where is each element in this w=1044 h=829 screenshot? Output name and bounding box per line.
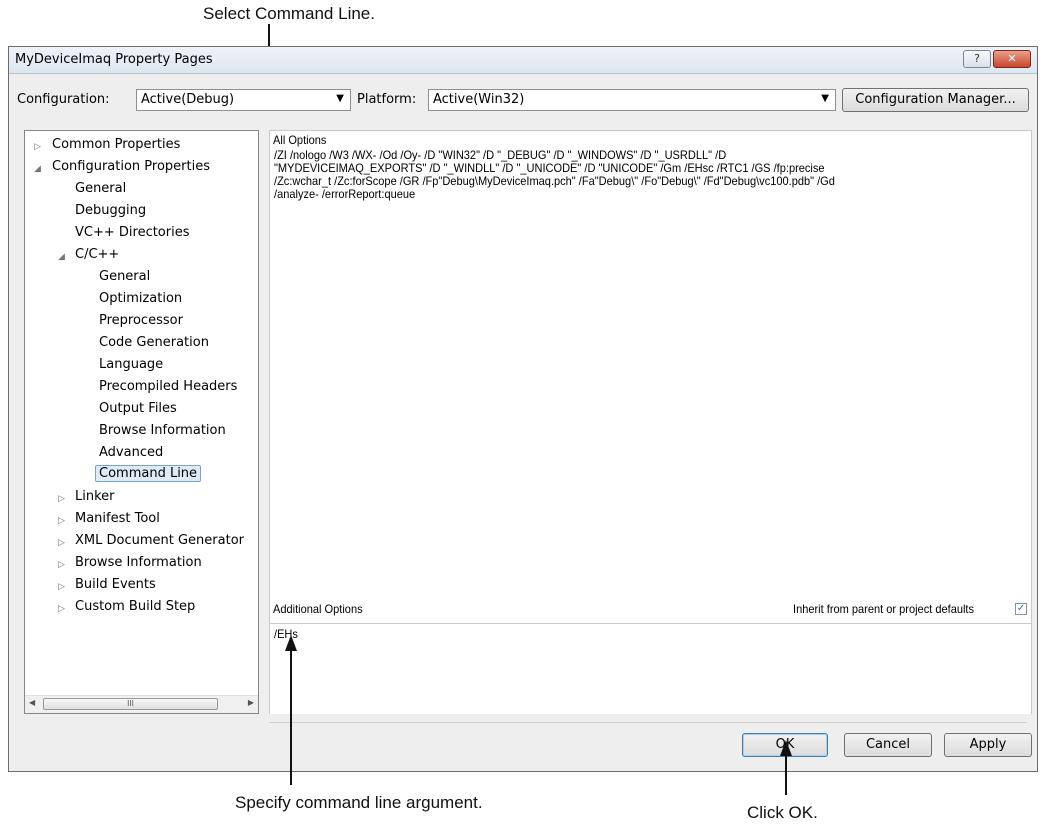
window-title: MyDeviceImaq Property Pages [15,52,213,67]
expand-arrow-icon[interactable]: ▷ [58,559,65,570]
callout-line [290,650,292,785]
tree-item-debugging[interactable]: Debugging [75,203,146,218]
collapse-arrow-icon[interactable]: ◢ [34,163,41,174]
tree-item-custom-build-step[interactable]: Custom Build Step [75,599,195,614]
property-pages-dialog: MyDeviceImaq Property Pages ? ✕ Configur… [8,46,1038,772]
tree-item-linker[interactable]: Linker [75,489,115,504]
platform-label: Platform: [357,92,417,107]
options-panel: All Options /ZI /nologo /W3 /WX- /Od /Oy… [269,130,1032,714]
scroll-thumb[interactable]: III [43,698,218,710]
expand-arrow-icon[interactable]: ▷ [58,537,65,548]
configuration-dropdown[interactable]: Active(Debug) ▼ [136,89,351,111]
inherit-label: Inherit from parent or project defaults [793,602,975,616]
close-button[interactable]: ✕ [993,50,1031,68]
tree-item-manifest-tool[interactable]: Manifest Tool [75,511,160,526]
platform-dropdown[interactable]: Active(Win32) ▼ [428,89,836,111]
tree-item-precompiled-headers[interactable]: Precompiled Headers [99,379,237,394]
property-tree[interactable]: ▷ Common Properties ◢ Configuration Prop… [24,130,259,714]
arrowhead [285,635,297,651]
expand-arrow-icon[interactable]: ▷ [58,581,65,592]
tree-item-build-events[interactable]: Build Events [75,577,156,592]
tree-item-command-line[interactable]: Command Line [95,465,202,482]
expand-arrow-icon[interactable]: ▷ [58,493,65,504]
tree-item-optimization[interactable]: Optimization [99,291,182,306]
cancel-button[interactable]: Cancel [844,733,932,757]
tree-item-language[interactable]: Language [99,357,163,372]
platform-value: Active(Win32) [433,92,525,107]
configuration-value: Active(Debug) [141,92,235,107]
tree-item-vc-directories[interactable]: VC++ Directories [75,225,190,240]
title-bar: MyDeviceImaq Property Pages ? ✕ [9,47,1037,74]
tree-item-c-cpp[interactable]: C/C++ [75,247,119,262]
collapse-arrow-icon[interactable]: ◢ [58,251,65,262]
inherit-checkbox[interactable]: ✓ [1015,603,1027,615]
options-line: /analyze- /errorReport:queue [274,187,416,201]
tree-item-general[interactable]: General [75,181,126,196]
configuration-label: Configuration: [17,92,110,107]
tree-item-cpp-general[interactable]: General [99,269,150,284]
annotation-specify-argument: Specify command line argument. [235,793,483,812]
all-options-text: /ZI /nologo /W3 /WX- /Od /Oy- /D "WIN32"… [274,149,973,201]
help-button[interactable]: ? [963,50,991,68]
tree-item-configuration-properties[interactable]: Configuration Properties [52,159,210,174]
tree-item-common-properties[interactable]: Common Properties [52,137,180,152]
tree-item-output-files[interactable]: Output Files [99,401,177,416]
configuration-manager-button[interactable]: Configuration Manager... [842,88,1029,112]
chevron-down-icon: ▼ [821,93,829,104]
additional-options-input[interactable]: /EHs [270,623,1031,714]
tree-item-browse-information-2[interactable]: Browse Information [75,555,202,570]
annotation-select-command-line: Select Command Line. [203,4,375,23]
tree-item-preprocessor[interactable]: Preprocessor [99,313,183,328]
horizontal-scrollbar[interactable]: ◀ III ▶ [25,695,258,713]
annotation-click-ok: Click OK. [747,803,818,822]
divider [269,722,1027,723]
scroll-left-icon[interactable]: ◀ [29,698,35,707]
arrowhead [780,740,792,756]
tree-item-xml-document-generator[interactable]: XML Document Generator [75,533,244,548]
tree-item-code-generation[interactable]: Code Generation [99,335,209,350]
additional-options-label: Additional Options [273,602,363,616]
expand-arrow-icon[interactable]: ▷ [34,141,41,152]
callout-line [785,755,787,795]
chevron-down-icon: ▼ [336,93,344,104]
scroll-right-icon[interactable]: ▶ [248,698,254,707]
all-options-label: All Options [273,133,327,147]
tree-item-advanced[interactable]: Advanced [99,445,163,460]
apply-button[interactable]: Apply [944,733,1032,757]
expand-arrow-icon[interactable]: ▷ [58,603,65,614]
expand-arrow-icon[interactable]: ▷ [58,515,65,526]
tree-item-browse-information[interactable]: Browse Information [99,423,226,438]
